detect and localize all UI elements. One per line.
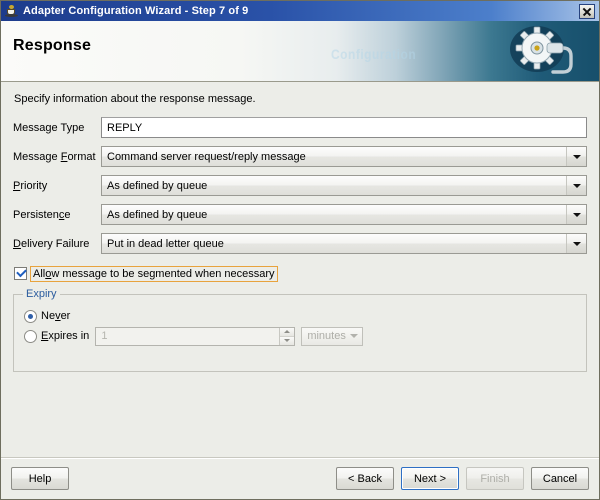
message-type-value: REPLY [107, 121, 143, 134]
help-button[interactable]: Help [11, 467, 69, 490]
form-row-priority: Priority As defined by queue [13, 175, 587, 196]
close-icon[interactable] [579, 3, 595, 19]
message-format-value: Command server request/reply message [107, 150, 306, 163]
stepper-up-icon[interactable] [280, 327, 295, 337]
form-row-delivery-failure: Delivery Failure Put in dead letter queu… [13, 233, 587, 254]
expiry-value-input[interactable]: 1 [96, 328, 279, 345]
expiry-never-label: Never [41, 310, 71, 322]
stepper-buttons[interactable] [279, 327, 295, 345]
label-delivery-failure: Delivery Failure [13, 237, 90, 250]
expiry-expires-in-row[interactable]: Expires in 1 minutes [24, 326, 576, 346]
check-icon [16, 266, 27, 278]
expiry-group-legend: Expiry [23, 288, 60, 300]
chevron-down-icon[interactable] [566, 147, 586, 166]
label-message-type: Message Type [13, 121, 85, 134]
back-button-label: < Back [348, 472, 382, 485]
cancel-button-label: Cancel [542, 472, 578, 485]
chevron-down-icon[interactable] [566, 176, 586, 195]
cancel-button[interactable]: Cancel [531, 467, 589, 490]
finish-button: Finish [466, 467, 524, 490]
segmentation-checkbox-row[interactable]: Allow message to be segmented when neces… [14, 265, 587, 282]
intro-text: Specify information about the response m… [14, 93, 256, 105]
segmentation-checkbox[interactable] [14, 266, 27, 280]
persistence-dropdown[interactable]: As defined by queue [101, 204, 587, 225]
wizard-content: Specify information about the response m… [1, 82, 599, 457]
priority-value: As defined by queue [107, 179, 208, 192]
banner-ghost-text: Configuration [331, 46, 417, 63]
expiry-expires-in-radio[interactable] [24, 329, 37, 343]
expiry-never-row[interactable]: Never [24, 307, 576, 325]
form-row-message-type: Message Type REPLY [13, 117, 587, 138]
expiry-unit-dropdown[interactable]: minutes [301, 326, 364, 346]
help-button-label: Help [28, 472, 52, 485]
back-button[interactable]: < Back [336, 467, 394, 490]
persistence-value: As defined by queue [107, 208, 208, 221]
next-button[interactable]: Next > [401, 467, 459, 490]
expiry-value-stepper[interactable]: 1 [95, 326, 296, 346]
expiry-expires-in-label: Expires in [41, 330, 90, 342]
segmentation-checkbox-label: Allow message to be segmented when neces… [30, 265, 278, 282]
stepper-down-icon[interactable] [280, 336, 295, 345]
coffee-cup-icon [5, 4, 19, 18]
expiry-never-radio[interactable] [24, 309, 37, 323]
chevron-down-icon[interactable] [566, 205, 586, 224]
chevron-down-icon[interactable] [566, 234, 586, 253]
message-format-dropdown[interactable]: Command server request/reply message [101, 146, 587, 167]
wizard-footer: Help < Back Next > Finish Cancel [1, 457, 599, 499]
adapter-configuration-wizard-window: Adapter Configuration Wizard - Step 7 of… [0, 0, 600, 500]
chevron-down-icon[interactable] [346, 328, 362, 345]
delivery-failure-dropdown[interactable]: Put in dead letter queue [101, 233, 587, 254]
label-message-format: Message Format [13, 150, 96, 163]
next-button-label: Next > [413, 472, 447, 485]
priority-dropdown[interactable]: As defined by queue [101, 175, 587, 196]
wizard-banner: Configuration Response [1, 21, 599, 82]
window-title: Adapter Configuration Wizard - Step 7 of… [23, 5, 249, 17]
message-type-input[interactable]: REPLY [101, 117, 587, 138]
label-priority: Priority [13, 179, 48, 192]
gear-wrench-icon [510, 26, 573, 74]
label-persistence: Persistence [13, 208, 71, 221]
page-title: Response [13, 37, 92, 54]
expiry-unit-value: minutes [307, 330, 346, 342]
finish-button-label: Finish [480, 472, 510, 485]
title-bar: Adapter Configuration Wizard - Step 7 of… [1, 1, 599, 21]
form-row-persistence: Persistence As defined by queue [13, 204, 587, 225]
delivery-failure-value: Put in dead letter queue [107, 237, 224, 250]
form-row-message-format: Message Format Command server request/re… [13, 146, 587, 167]
expiry-group: Expiry Never Expires in 1 minutes [13, 288, 587, 372]
